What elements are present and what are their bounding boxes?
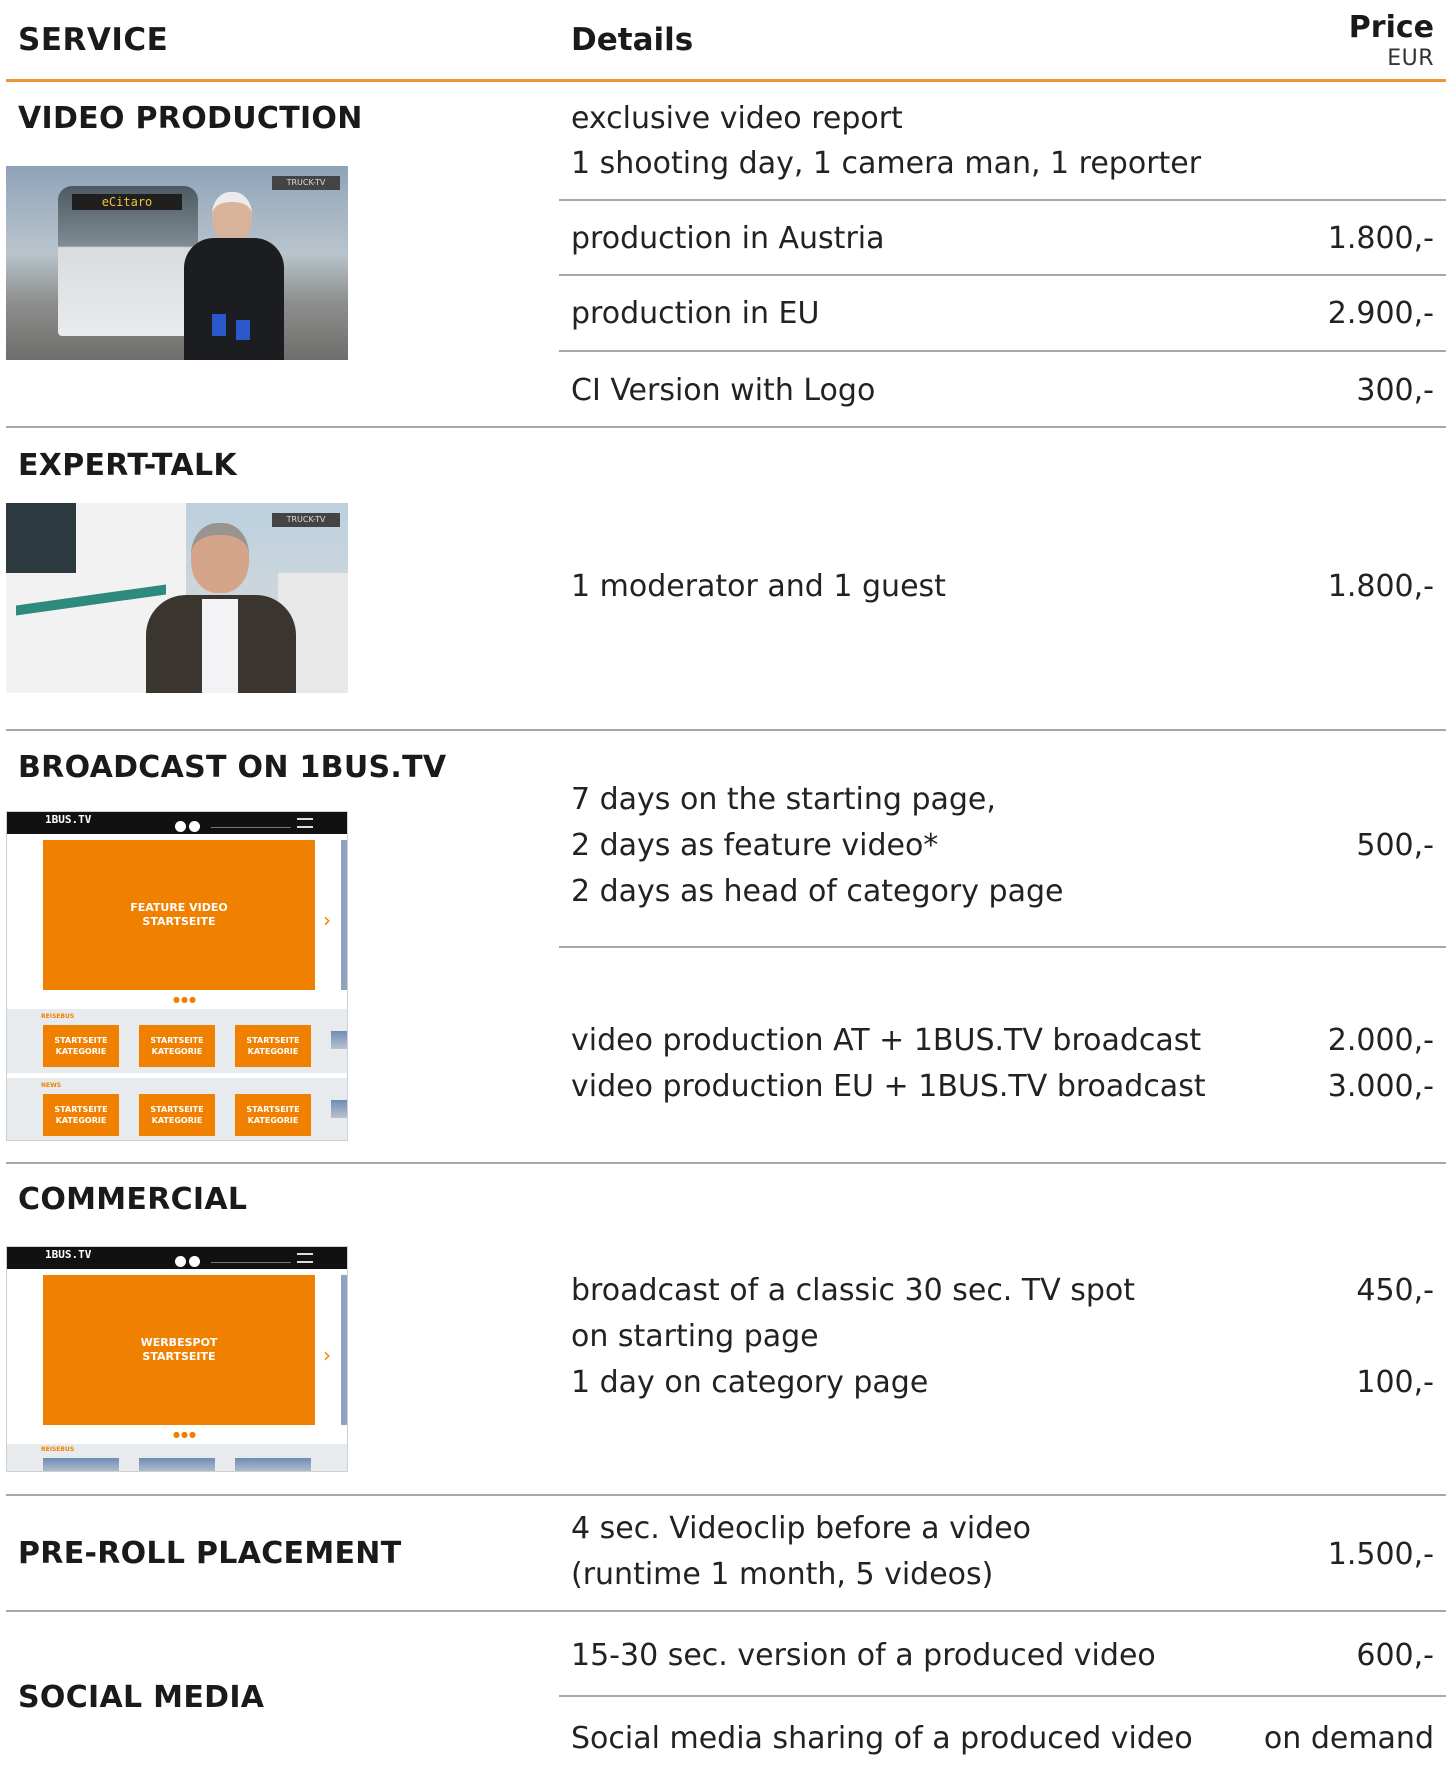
detail-text: production in EU [571, 296, 820, 331]
mockup-hero-banner: WERBESPOT STARTSEITE [43, 1275, 315, 1425]
mockup-tile: STARTSEITE KATEGORIE [139, 1094, 215, 1136]
carousel-dots: ●●● [173, 1430, 197, 1439]
detail-text: on starting page [571, 1319, 819, 1354]
price-value: 450,- [1356, 1273, 1434, 1308]
detail-text: broadcast of a classic 30 sec. TV spot [571, 1273, 1136, 1308]
detail-text: video production AT + 1BUS.TV broadcast [571, 1023, 1202, 1058]
mockup-tile: STARTSEITE KATEGORIE [235, 1025, 311, 1067]
header-divider [6, 79, 1446, 82]
mockup-tile: STARTSEITE KATEGORIE [139, 1025, 215, 1067]
guest-figure [136, 523, 306, 693]
section-divider [6, 729, 1446, 731]
detail-text: video production EU + 1BUS.TV broadcast [571, 1069, 1206, 1104]
row-divider [559, 1695, 1446, 1697]
expert-talk-photo: TRUCK-TV [6, 503, 348, 693]
menu-icon [297, 818, 313, 828]
section-divider [6, 1610, 1446, 1612]
search-icon [211, 1253, 291, 1263]
mockup-navbar: 1BUS.TV [7, 812, 347, 834]
section-title-video-production: VIDEO PRODUCTION [18, 101, 363, 136]
chevron-right-icon: › [323, 908, 331, 932]
section-divider [6, 1162, 1446, 1164]
mockup-tile: STARTSEITE KATEGORIE [43, 1025, 119, 1067]
section-title-social-media: SOCIAL MEDIA [18, 1680, 265, 1715]
price-value: 3.000,- [1327, 1069, 1434, 1104]
section-title-broadcast: BROADCAST ON 1BUS.TV [18, 750, 447, 785]
price-value: 100,- [1356, 1365, 1434, 1400]
detail-text: Social media sharing of a produced video [571, 1721, 1193, 1756]
watermark-logo: TRUCK-TV [272, 513, 340, 527]
detail-text: production in Austria [571, 221, 885, 256]
price-value: 2.000,- [1327, 1023, 1434, 1058]
watermark-logo: TRUCK-TV [272, 176, 340, 190]
broadcast-website-mockup: 1BUS.TV FEATURE VIDEO STARTSEITE › ●●● R… [6, 811, 348, 1141]
column-header-currency: EUR [1387, 46, 1434, 71]
detail-text: 2 days as feature video* [571, 828, 939, 863]
price-value: 500,- [1356, 828, 1434, 863]
reporter-figure [174, 186, 294, 360]
column-header-details: Details [571, 22, 694, 58]
row-divider [559, 274, 1446, 276]
detail-text: 7 days on the starting page, [571, 782, 996, 817]
row-divider [559, 946, 1446, 948]
bus-destination-sign: eCitaro [72, 194, 182, 210]
mockup-brand: 1BUS.TV [45, 813, 92, 826]
detail-text: 1 moderator and 1 guest [571, 569, 946, 604]
section-title-commercial: COMMERCIAL [18, 1182, 248, 1217]
price-value: 1.800,- [1327, 569, 1434, 604]
commercial-website-mockup: 1BUS.TV WERBESPOT STARTSEITE › ●●● REISE… [6, 1246, 348, 1472]
search-icon [211, 818, 291, 828]
video-production-photo: eCitaro TRUCK-TV [6, 166, 348, 360]
mockup-hero-banner: FEATURE VIDEO STARTSEITE [43, 840, 315, 990]
band-label: REISEBUS [41, 1013, 75, 1020]
mockup-category-band: REISEBUS [7, 1444, 347, 1471]
social-icons [175, 817, 203, 836]
band-label: NEWS [41, 1082, 62, 1089]
detail-text: (runtime 1 month, 5 videos) [571, 1557, 994, 1592]
price-value: 2.900,- [1327, 296, 1434, 331]
detail-text: 2 days as head of category page [571, 874, 1064, 909]
row-divider [559, 350, 1446, 352]
price-value: 300,- [1356, 373, 1434, 408]
mockup-tile: STARTSEITE KATEGORIE [43, 1094, 119, 1136]
price-value: 1.500,- [1327, 1537, 1434, 1572]
chevron-right-icon: › [323, 1343, 331, 1367]
detail-text: CI Version with Logo [571, 373, 876, 408]
mockup-tile: STARTSEITE KATEGORIE [235, 1094, 311, 1136]
column-header-service: SERVICE [18, 22, 169, 58]
section-title-expert-talk: EXPERT-TALK [18, 448, 237, 483]
section-title-preroll: PRE-ROLL PLACEMENT [18, 1536, 402, 1571]
mockup-category-band: NEWS STARTSEITE KATEGORIE STARTSEITE KAT… [7, 1078, 347, 1140]
social-icons [175, 1252, 203, 1271]
detail-text: 1 day on category page [571, 1365, 929, 1400]
detail-text: 15-30 sec. version of a produced video [571, 1638, 1156, 1673]
column-header-price: Price [1348, 10, 1434, 45]
band-label: REISEBUS [41, 1446, 75, 1453]
detail-text: exclusive video report [571, 101, 903, 136]
detail-text: 4 sec. Videoclip before a video [571, 1511, 1032, 1546]
section-divider [6, 1494, 1446, 1496]
section-divider [6, 426, 1446, 428]
price-value: 1.800,- [1327, 221, 1434, 256]
menu-icon [297, 1253, 313, 1263]
mockup-category-band: REISEBUS STARTSEITE KATEGORIE STARTSEITE… [7, 1009, 347, 1073]
mockup-brand: 1BUS.TV [45, 1248, 92, 1261]
price-value: on demand [1263, 1721, 1434, 1756]
price-value: 600,- [1356, 1638, 1434, 1673]
detail-text: 1 shooting day, 1 camera man, 1 reporter [571, 146, 1202, 181]
mockup-navbar: 1BUS.TV [7, 1247, 347, 1269]
row-divider [559, 199, 1446, 201]
carousel-dots: ●●● [173, 995, 197, 1004]
